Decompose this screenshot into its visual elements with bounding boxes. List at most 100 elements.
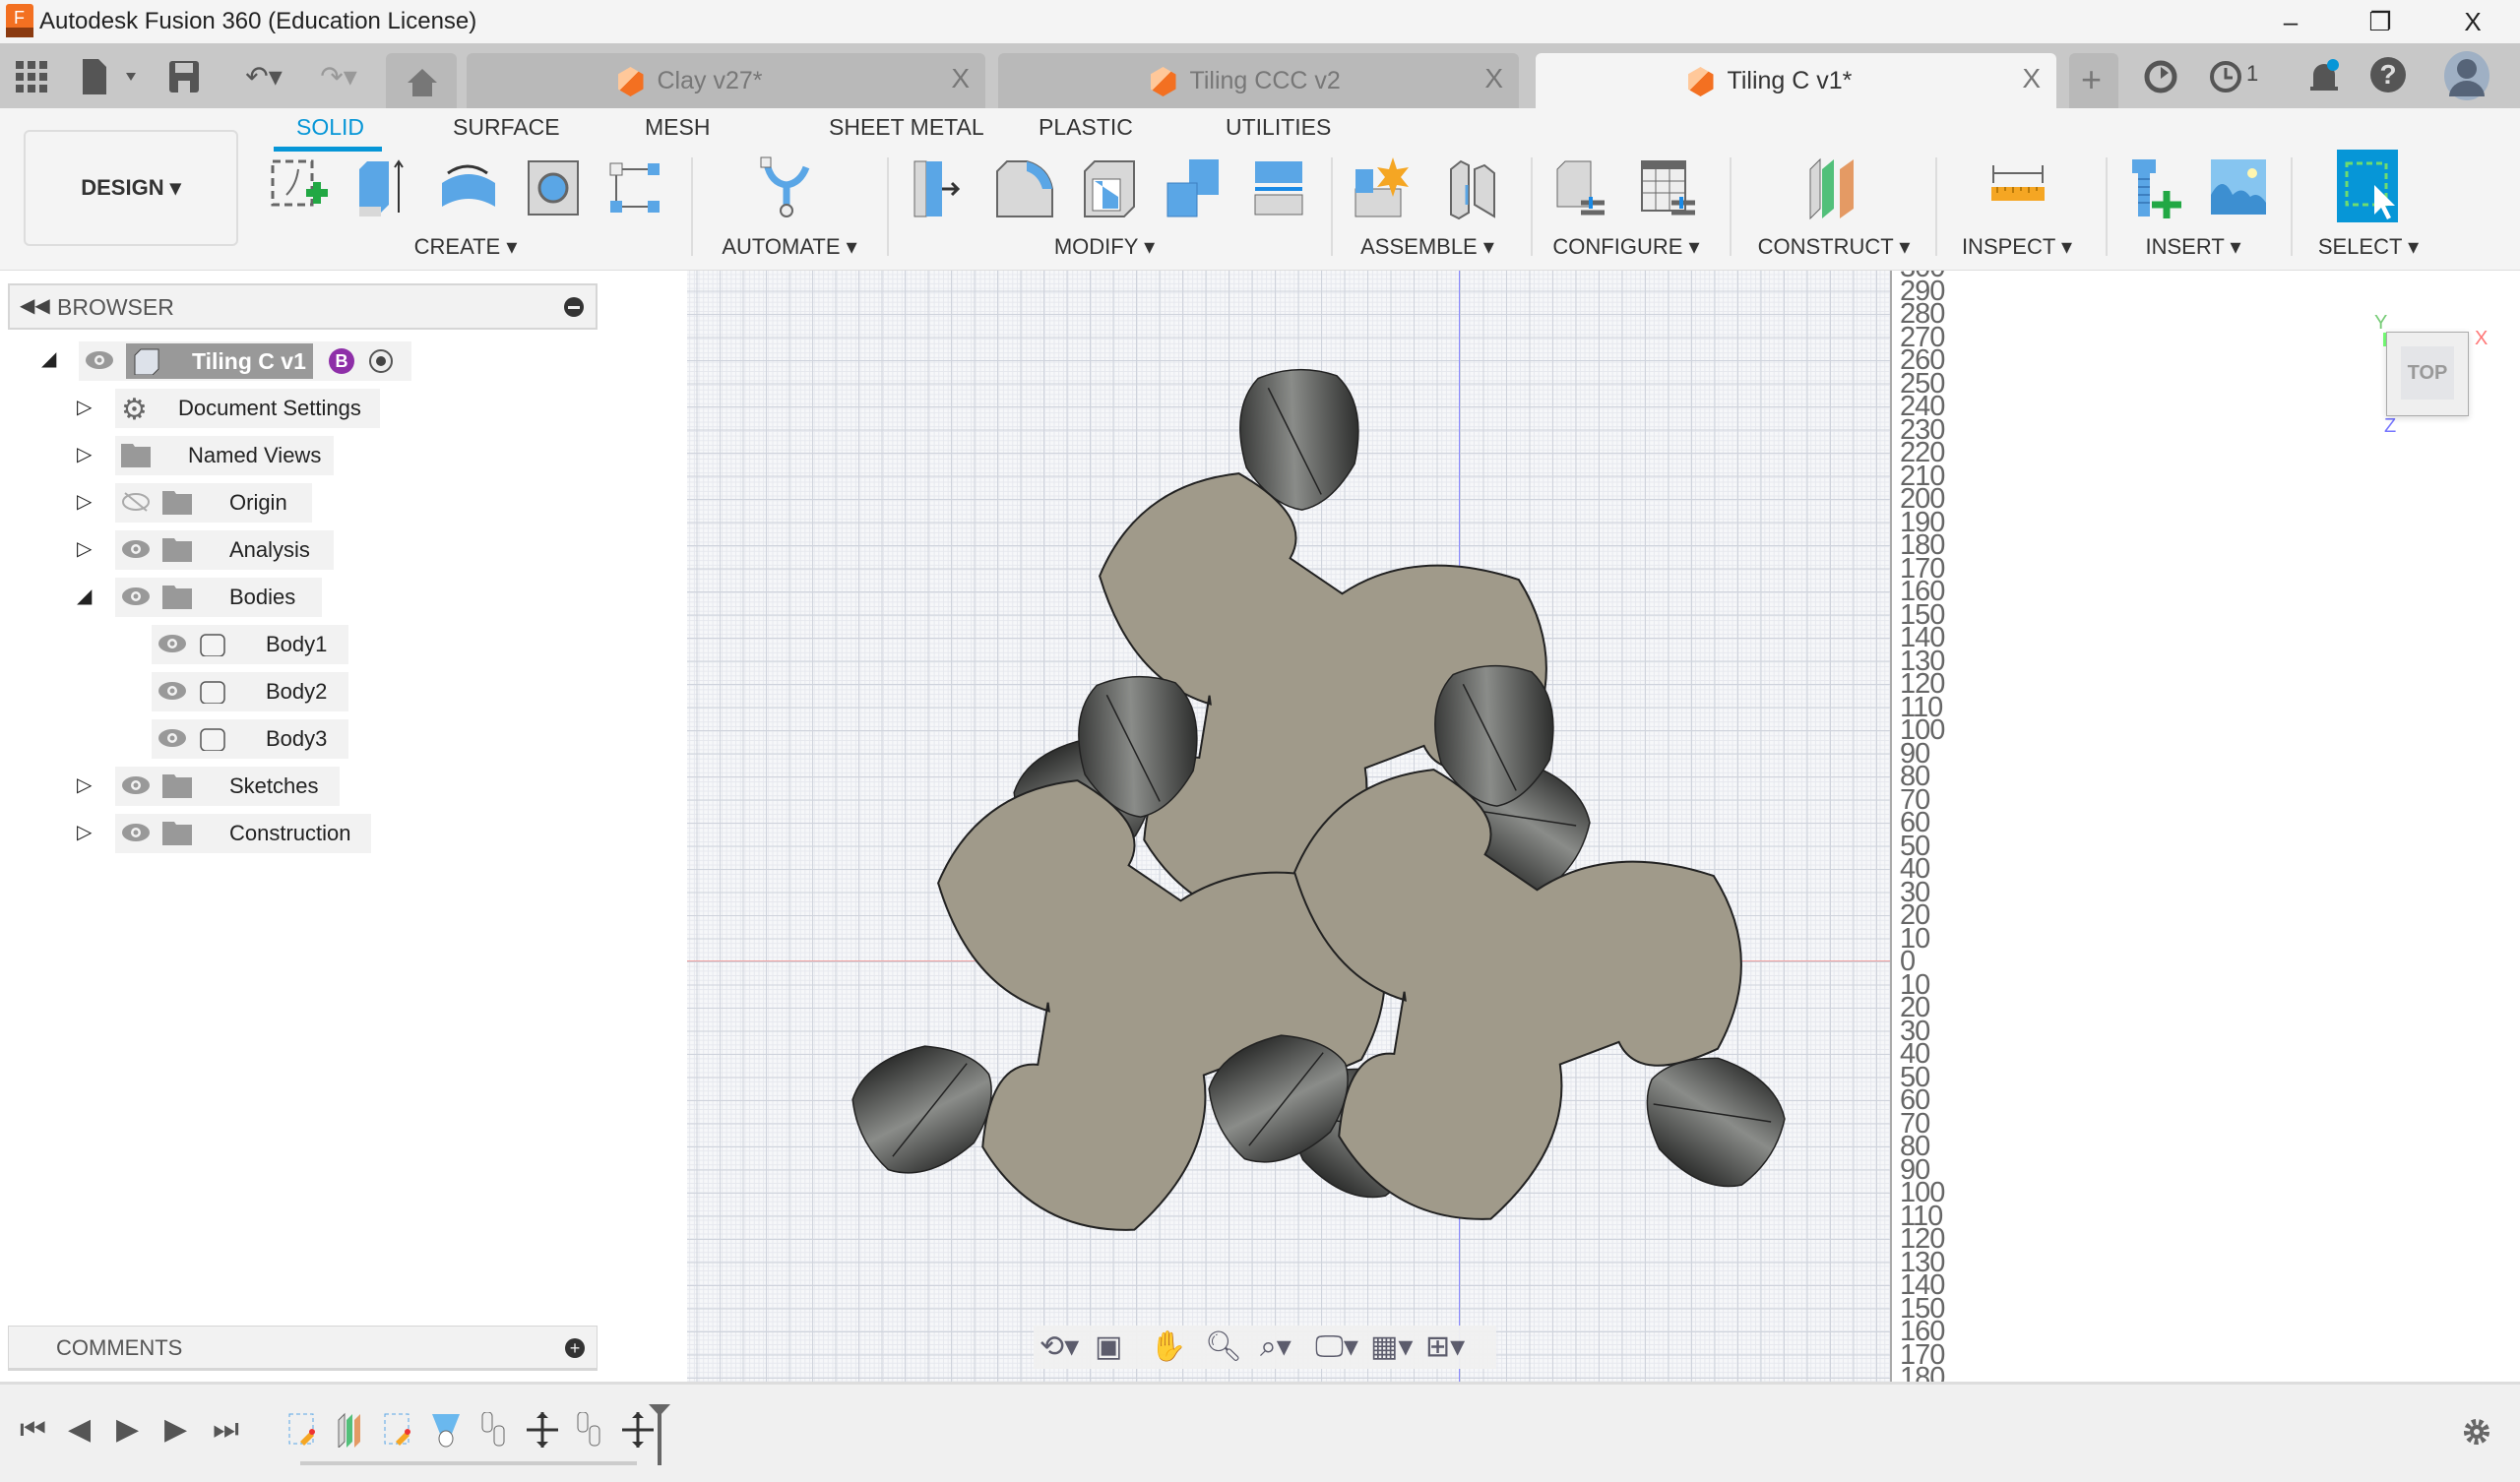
add-comment-icon[interactable]: + — [565, 1338, 585, 1358]
browser-item-origin[interactable]: Origin — [115, 483, 312, 523]
hole-icon[interactable] — [521, 155, 586, 230]
pattern-icon[interactable] — [604, 155, 669, 230]
timeline-feature-move-icon[interactable] — [621, 1412, 654, 1448]
insert-canvas-icon[interactable] — [2205, 155, 2270, 230]
file-menu-icon[interactable] — [83, 59, 138, 94]
offset-face-icon[interactable] — [1245, 155, 1310, 230]
browser-item-named-views[interactable]: Named Views — [115, 436, 334, 475]
viewports-icon[interactable]: ⊞▾ — [1425, 1329, 1479, 1364]
browser-item-body3[interactable]: Body3 — [152, 719, 348, 759]
expand-toggle-icon[interactable]: ▷ — [77, 489, 92, 514]
ribbon-tab-sheet-metal[interactable]: SHEET METAL — [829, 114, 984, 141]
job-status-clock-icon[interactable] — [2209, 59, 2242, 94]
activate-radio-icon[interactable] — [368, 348, 394, 374]
timeline-feature-sketch-icon[interactable] — [382, 1412, 413, 1448]
timeline-next-button[interactable]: ▶ — [164, 1412, 187, 1447]
fillet-icon[interactable] — [991, 155, 1056, 230]
joint-icon[interactable] — [1437, 155, 1502, 230]
timeline-feature-sketch-icon[interactable] — [286, 1412, 318, 1448]
root-collapse-icon[interactable]: ◢ — [41, 346, 56, 371]
browser-item-analysis[interactable]: Analysis — [115, 530, 334, 570]
eye-icon[interactable] — [158, 727, 187, 749]
orbit-icon[interactable]: ⟲▾ — [1040, 1329, 1093, 1364]
tool-group-select[interactable]: SELECT ▾ — [2318, 234, 2419, 260]
browser-root[interactable]: Tiling C v1 B — [79, 341, 411, 381]
eye-icon[interactable] — [121, 538, 151, 560]
zoom-icon[interactable]: 🔍︎ — [1205, 1329, 1258, 1364]
document-tab[interactable]: Tiling CCC v2 X — [998, 53, 1519, 108]
collapse-browser-icon[interactable]: ◀◀ — [20, 293, 50, 318]
browser-minimize-icon[interactable] — [564, 297, 584, 317]
document-tab[interactable]: Clay v27* X — [467, 53, 985, 108]
new-tab-button[interactable]: + — [2069, 53, 2118, 108]
close-tab-icon[interactable]: X — [1484, 63, 1503, 94]
tool-group-create[interactable]: CREATE ▾ — [414, 234, 518, 260]
pan-icon[interactable]: ✋ — [1150, 1329, 1203, 1364]
expand-toggle-icon[interactable]: ▷ — [77, 820, 92, 844]
browser-item-body2[interactable]: Body2 — [152, 672, 348, 711]
tool-group-automate[interactable]: AUTOMATE ▾ — [722, 234, 856, 260]
eye-icon[interactable] — [121, 774, 151, 796]
eye-icon[interactable] — [158, 633, 187, 654]
create-sketch-icon[interactable] — [267, 155, 332, 230]
eye-icon[interactable] — [158, 680, 187, 702]
eye-icon[interactable] — [121, 822, 151, 843]
measure-icon[interactable] — [1985, 155, 2050, 230]
tool-group-modify[interactable]: MODIFY ▾ — [1054, 234, 1155, 260]
browser-item-sketches[interactable]: Sketches — [115, 767, 340, 806]
configuration-table-icon[interactable] — [1636, 155, 1701, 230]
sync-icon[interactable] — [2144, 59, 2177, 94]
undo-icon[interactable]: ↶▾ — [234, 59, 293, 94]
expand-toggle-icon[interactable]: ▷ — [77, 442, 92, 466]
ribbon-tab-utilities[interactable]: UTILITIES — [1226, 114, 1331, 141]
tool-group-construct[interactable]: CONSTRUCT ▾ — [1758, 234, 1911, 260]
model-canvas[interactable] — [687, 271, 1890, 1382]
apps-grid-icon[interactable] — [16, 61, 47, 93]
insert-mcmaster-icon[interactable] — [2122, 155, 2187, 230]
tool-group-inspect[interactable]: INSPECT ▾ — [1962, 234, 2072, 260]
select-icon[interactable] — [2335, 150, 2400, 224]
configure-model-icon[interactable] — [1551, 155, 1616, 230]
timeline-feature-move-icon[interactable] — [526, 1412, 558, 1448]
eye-hidden-icon[interactable] — [121, 491, 151, 513]
grid-settings-icon[interactable]: ▦▾ — [1370, 1329, 1423, 1364]
press-pull-icon[interactable] — [907, 155, 972, 230]
document-tab[interactable]: Tiling C v1* X — [1536, 53, 2056, 108]
browser-item-document-settings[interactable]: ⚙ Document Settings — [115, 389, 380, 428]
expand-toggle-icon[interactable]: ▷ — [77, 772, 92, 797]
ribbon-tab-surface[interactable]: SURFACE — [453, 114, 560, 141]
expand-toggle-icon[interactable]: ▷ — [77, 536, 92, 561]
tool-group-insert[interactable]: INSERT ▾ — [2145, 234, 2240, 260]
ribbon-tab-plastic[interactable]: PLASTIC — [1039, 114, 1133, 141]
notifications-bell-icon[interactable] — [2307, 57, 2341, 96]
close-tab-icon[interactable]: X — [2022, 63, 2041, 94]
save-icon[interactable] — [169, 61, 199, 93]
tool-group-configure[interactable]: CONFIGURE ▾ — [1552, 234, 1699, 260]
new-component-icon[interactable] — [1350, 155, 1415, 230]
combine-icon[interactable] — [1162, 155, 1227, 230]
browser-item-body1[interactable]: Body1 — [152, 625, 348, 664]
3d-viewport[interactable]: ⟲▾ ▣ ✋ 🔍︎ ⌕▾ 🖵▾ ▦▾ ⊞▾ — [687, 271, 1890, 1382]
close-button[interactable]: X — [2443, 4, 2502, 39]
user-avatar[interactable] — [2443, 51, 2490, 100]
comments-panel[interactable]: COMMENTS + — [8, 1326, 598, 1371]
expand-toggle-icon[interactable]: ▷ — [77, 395, 92, 419]
timeline-feature-extrude-icon[interactable] — [430, 1412, 462, 1448]
timeline-feature-body-copy-icon[interactable] — [574, 1412, 605, 1448]
help-button[interactable]: ? — [2370, 57, 2406, 93]
restore-button[interactable]: ❐ — [2351, 4, 2410, 39]
viewcube[interactable]: TOP — [2386, 332, 2469, 416]
close-tab-icon[interactable]: X — [951, 63, 970, 94]
workspace-switcher[interactable]: DESIGN ▾ — [24, 130, 238, 246]
revolve-icon[interactable] — [436, 155, 501, 230]
automate-icon[interactable] — [755, 155, 820, 230]
timeline-previous-button[interactable]: ◀ — [68, 1412, 91, 1447]
home-tab[interactable] — [386, 53, 457, 108]
viewcube-top-face[interactable]: TOP — [2401, 346, 2454, 400]
browser-item-bodies[interactable]: Bodies — [115, 578, 322, 617]
ribbon-tab-mesh[interactable]: MESH — [645, 114, 710, 141]
timeline-first-button[interactable]: ⏮ — [20, 1412, 46, 1447]
timeline-play-button[interactable]: ▶ — [116, 1412, 139, 1447]
eye-icon[interactable] — [121, 586, 151, 607]
browser-header[interactable]: ◀◀ BROWSER — [8, 283, 598, 330]
